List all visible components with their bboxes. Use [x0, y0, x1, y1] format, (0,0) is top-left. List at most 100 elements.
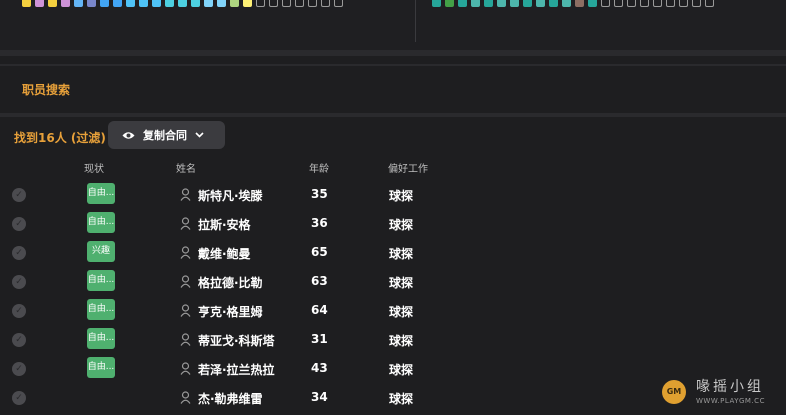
status-badge: 自由... [87, 270, 115, 291]
shirt-icon [679, 0, 688, 7]
staff-name[interactable]: 斯特凡·埃滕 [198, 187, 263, 204]
shirt-icon [230, 0, 239, 7]
staff-name[interactable]: 杰·勒弗维雷 [198, 390, 263, 407]
shirt-icon [536, 0, 545, 7]
shirt-icon [588, 0, 597, 7]
table-row[interactable]: ✓ 兴趣 戴维·鲍曼 65 球探 [0, 238, 786, 267]
panel-divider [415, 0, 416, 42]
status-badge: 自由... [87, 212, 115, 233]
staff-age: 36 [311, 216, 328, 230]
staff-preferred-job: 球探 [389, 363, 414, 377]
shirt-icon [204, 0, 213, 7]
status-badge: 自由... [87, 183, 115, 204]
staff-name[interactable]: 格拉德·比勒 [198, 274, 263, 291]
squad-depth-panel [0, 0, 786, 50]
divider-bar [0, 50, 786, 56]
staff-preferred-job: 球探 [389, 189, 414, 203]
shirt-icon [61, 0, 70, 7]
check-icon[interactable]: ✓ [12, 304, 26, 318]
shirt-icon [256, 0, 265, 7]
watermark-text: 喙摇小组 [696, 379, 764, 395]
table-row[interactable]: ✓ 自由... 格拉德·比勒 63 球探 [0, 267, 786, 296]
copy-contract-button[interactable]: 复制合同 [108, 121, 225, 149]
shirt-icon [445, 0, 454, 7]
staff-name[interactable]: 拉斯·安格 [198, 216, 251, 233]
shirt-icon [191, 0, 200, 7]
shirt-icon [74, 0, 83, 7]
status-badge: 自由... [87, 328, 115, 349]
shirt-icon [152, 0, 161, 7]
shirt-icon [562, 0, 571, 7]
check-icon[interactable]: ✓ [12, 188, 26, 202]
watermark: GM 喙摇小组 WWW.PLAYGM.CC [656, 372, 784, 412]
copy-contract-label: 复制合同 [143, 129, 187, 142]
shirt-icon [139, 0, 148, 7]
shirt-icon [113, 0, 122, 7]
staff-name[interactable]: 亨克·格里姆 [198, 303, 263, 320]
squad-depth-left [22, 0, 343, 7]
shirt-icon [35, 0, 44, 7]
staff-age: 63 [311, 274, 328, 288]
shirt-icon [100, 0, 109, 7]
staff-preferred-job: 球探 [389, 392, 414, 406]
squad-depth-right [432, 0, 714, 7]
shirt-icon [308, 0, 317, 7]
shirt-icon [126, 0, 135, 7]
check-icon[interactable]: ✓ [12, 333, 26, 347]
staff-preferred-job: 球探 [389, 305, 414, 319]
column-header-status[interactable]: 现状 [84, 160, 104, 175]
shirt-icon [640, 0, 649, 7]
result-count: 找到16人 (过滤) [14, 131, 106, 145]
shirt-icon [48, 0, 57, 7]
staff-age: 35 [311, 187, 328, 201]
table-row[interactable]: ✓ 自由... 拉斯·安格 36 球探 [0, 209, 786, 238]
watermark-logo: GM [662, 380, 686, 404]
shirt-icon [243, 0, 252, 7]
person-icon [180, 217, 191, 230]
shirt-icon [471, 0, 480, 7]
staff-age: 43 [311, 361, 328, 375]
shirt-icon [334, 0, 343, 7]
staff-preferred-job: 球探 [389, 276, 414, 290]
shirt-icon [653, 0, 662, 7]
status-badge: 自由... [87, 299, 115, 320]
shirt-icon [432, 0, 441, 7]
check-icon[interactable]: ✓ [12, 275, 26, 289]
person-icon [180, 275, 191, 288]
staff-preferred-job: 球探 [389, 218, 414, 232]
person-icon [180, 391, 191, 404]
check-icon[interactable]: ✓ [12, 246, 26, 260]
eye-icon [122, 131, 135, 139]
column-header-age[interactable]: 年龄 [309, 160, 329, 175]
column-header-preferred-job[interactable]: 偏好工作 [388, 160, 428, 175]
shirt-icon [575, 0, 584, 7]
shirt-icon [601, 0, 610, 7]
check-icon[interactable]: ✓ [12, 362, 26, 376]
staff-name[interactable]: 若泽·拉兰热拉 [198, 361, 275, 378]
chevron-down-icon [195, 132, 204, 138]
shirt-icon [321, 0, 330, 7]
status-badge: 自由... [87, 357, 115, 378]
staff-name[interactable]: 蒂亚戈·科斯塔 [198, 332, 275, 349]
shirt-icon [217, 0, 226, 7]
check-icon[interactable]: ✓ [12, 391, 26, 405]
check-icon[interactable]: ✓ [12, 217, 26, 231]
shirt-icon [484, 0, 493, 7]
person-icon [180, 362, 191, 375]
shirt-icon [269, 0, 278, 7]
table-row[interactable]: ✓ 自由... 亨克·格里姆 64 球探 [0, 296, 786, 325]
table-row[interactable]: ✓ 自由... 斯特凡·埃滕 35 球探 [0, 180, 786, 209]
staff-name[interactable]: 戴维·鲍曼 [198, 245, 251, 262]
staff-search-title: 职员搜索 [22, 83, 71, 97]
table-row[interactable]: ✓ 自由... 蒂亚戈·科斯塔 31 球探 [0, 325, 786, 354]
divider-bar [0, 113, 786, 117]
shirt-icon [666, 0, 675, 7]
shirt-icon [510, 0, 519, 7]
person-icon [180, 304, 191, 317]
shirt-icon [295, 0, 304, 7]
column-header-name[interactable]: 姓名 [176, 160, 196, 175]
shirt-icon [627, 0, 636, 7]
shirt-icon [458, 0, 467, 7]
shirt-icon [87, 0, 96, 7]
shirt-icon [22, 0, 31, 7]
